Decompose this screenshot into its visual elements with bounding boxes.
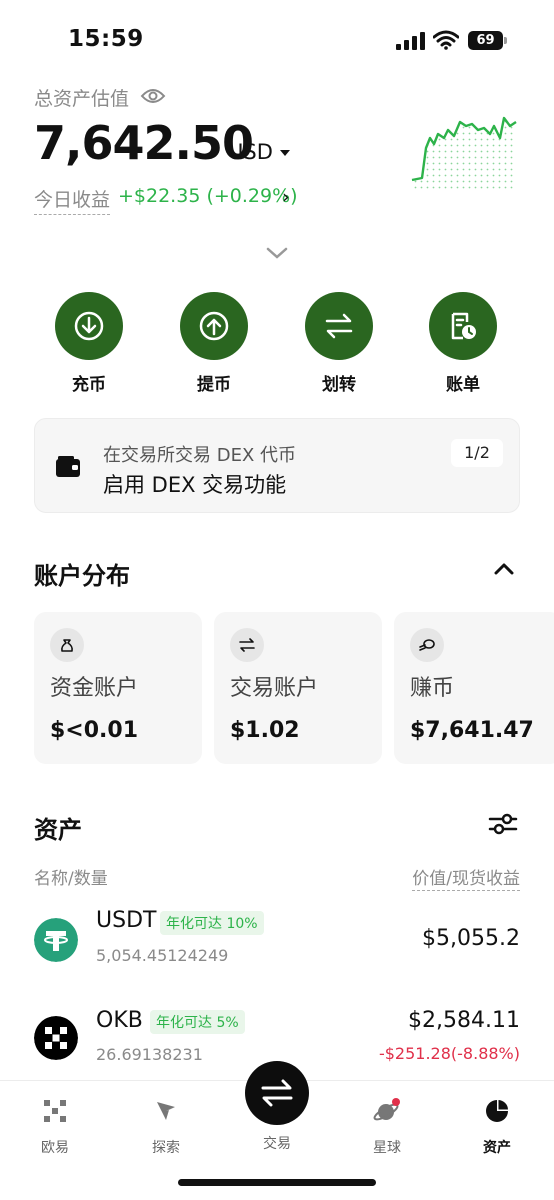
tab-label: 欧易 (41, 1140, 69, 1156)
asset-symbol: OKB (96, 1008, 143, 1033)
swap-icon (230, 628, 264, 662)
tab-label: 星球 (373, 1140, 401, 1156)
earn-account-card[interactable]: 赚币 $7,641.47 (394, 612, 554, 764)
tab-explore[interactable]: 探索 (131, 1097, 201, 1157)
trading-account-label: 交易账户 (230, 676, 319, 701)
status-time: 15:59 (68, 26, 144, 52)
value-pnl-header[interactable]: 价值/现货收益 (412, 864, 520, 891)
deposit-label: 充币 (72, 375, 106, 395)
today-pnl-label[interactable]: 今日收益 (34, 185, 111, 215)
planet-icon (373, 1098, 400, 1121)
asset-value: $2,584.11 (408, 1008, 520, 1033)
okb-logo-icon (34, 1016, 78, 1060)
transfer-icon[interactable] (305, 292, 373, 360)
asset-amount: 5,054.45124249 (96, 946, 229, 965)
withdraw-icon[interactable] (180, 292, 248, 360)
wifi-icon (433, 30, 459, 50)
dex-promo-card[interactable]: 在交易所交易 DEX 代币 启用 DEX 交易功能 1/2 (34, 418, 520, 513)
money-bag-icon (50, 628, 84, 662)
trading-account-card[interactable]: 交易账户 $1.02 (214, 612, 382, 764)
quick-actions: 充币 提币 划转 账单 (0, 292, 554, 395)
asset-amount: 26.69138231 (96, 1045, 203, 1064)
asset-pnl: -$251.28(-8.88%) (378, 1044, 520, 1063)
tab-planet[interactable]: 星球 (352, 1097, 422, 1157)
wallet-icon (56, 456, 80, 477)
transfer-label: 划转 (322, 375, 356, 395)
deposit-button[interactable]: 充币 (44, 292, 134, 395)
funding-account-value: $<0.01 (50, 718, 139, 743)
bill-button[interactable]: 账单 (418, 292, 508, 395)
battery-tip (504, 37, 507, 44)
dex-card-pager: 1/2 (451, 439, 503, 467)
earn-account-value: $7,641.47 (410, 718, 534, 743)
chevron-down-icon[interactable] (265, 245, 289, 261)
dex-card-subtitle: 在交易所交易 DEX 代币 (103, 445, 297, 466)
tab-assets[interactable]: 资产 (462, 1097, 532, 1157)
trading-account-value: $1.02 (230, 718, 300, 743)
tab-okx[interactable]: 欧易 (20, 1097, 90, 1157)
compass-icon (157, 1102, 175, 1120)
currency-selector[interactable]: USD (228, 140, 273, 164)
battery-indicator: 69 (468, 31, 508, 50)
pie-chart-icon (486, 1098, 510, 1122)
today-pnl-value[interactable]: +$22.35 (+0.29%) (118, 185, 298, 207)
trade-button[interactable] (245, 1061, 309, 1125)
account-distribution-title: 账户分布 (34, 562, 130, 590)
dex-card-title: 启用 DEX 交易功能 (103, 473, 287, 497)
usdt-logo-icon (34, 918, 78, 962)
coins-icon (410, 628, 444, 662)
asset-value: $5,055.2 (422, 926, 520, 951)
eye-icon[interactable] (140, 86, 166, 106)
okx-logo-icon (44, 1100, 66, 1122)
status-bar: 15:59 69 (0, 0, 554, 80)
transfer-button[interactable]: 划转 (294, 292, 384, 395)
trade-swap-icon (261, 1079, 293, 1107)
bill-label: 账单 (446, 375, 480, 395)
withdraw-button[interactable]: 提币 (169, 292, 259, 395)
funding-account-card[interactable]: 资金账户 $<0.01 (34, 612, 202, 764)
apy-badge[interactable]: 年化可达 10% (160, 911, 264, 935)
balance-sparkline[interactable] (408, 108, 520, 192)
withdraw-label: 提币 (197, 375, 231, 395)
asset-symbol: USDT (96, 908, 157, 933)
deposit-icon[interactable] (55, 292, 123, 360)
apy-badge[interactable]: 年化可达 5% (150, 1010, 245, 1034)
total-assets-label: 总资产估值 (34, 88, 130, 110)
funding-account-label: 资金账户 (50, 676, 139, 701)
home-indicator (178, 1179, 376, 1186)
filter-sliders-icon[interactable] (488, 810, 518, 838)
cellular-signal-icon (396, 32, 425, 50)
bill-icon[interactable] (429, 292, 497, 360)
total-balance: 7,642.50 (34, 116, 254, 170)
tab-label: 探索 (152, 1140, 180, 1156)
name-amount-header: 名称/数量 (34, 869, 108, 889)
tab-label: 资产 (483, 1140, 511, 1156)
chevron-right-icon[interactable]: › (282, 186, 290, 208)
battery-level: 69 (468, 31, 503, 50)
caret-down-icon[interactable] (280, 150, 290, 156)
assets-title: 资产 (34, 816, 82, 844)
bottom-tab-bar: 欧易 探索 交易 星球 资产 (0, 1061, 554, 1200)
tab-trade-label[interactable]: 交易 (245, 1133, 309, 1153)
earn-account-label: 赚币 (410, 676, 455, 701)
chevron-up-icon[interactable] (492, 560, 516, 578)
